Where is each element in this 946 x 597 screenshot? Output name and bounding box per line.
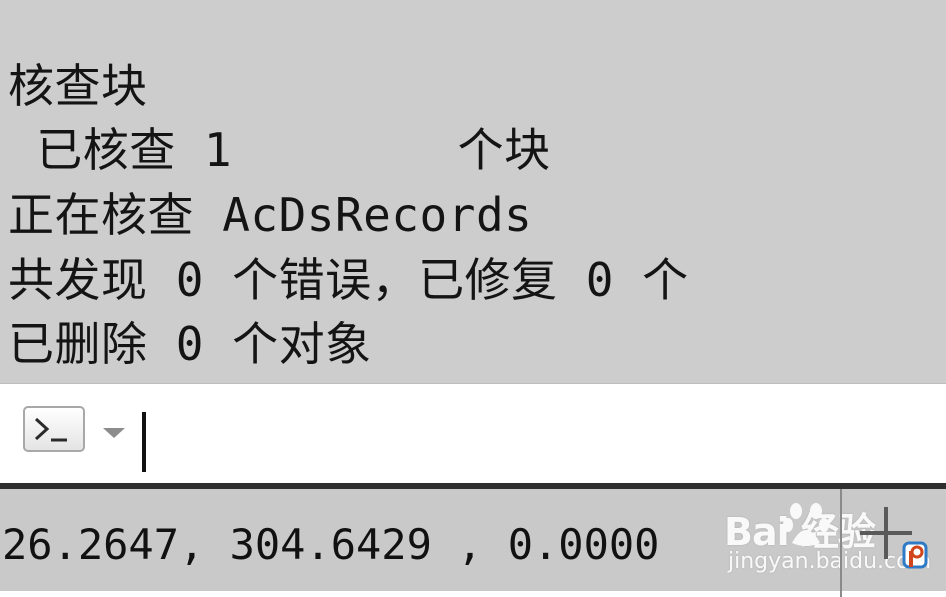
- history-line: 共发现 0 个错误，已修复 0 个: [8, 253, 689, 307]
- history-line: 核查块: [8, 59, 148, 113]
- command-prompt-button[interactable]: [23, 406, 85, 452]
- baidu-paw-icon: [783, 503, 829, 546]
- grid-display-icon: [860, 507, 928, 569]
- chevron-down-icon[interactable]: [102, 426, 126, 440]
- grid-display-button[interactable]: [846, 495, 941, 591]
- coordinate-readout[interactable]: 26.2647, 304.6429 , 0.0000: [2, 519, 659, 571]
- command-history: 核查块 已核查 1 个块 正在核查 AcDsRecords 共发现 0 个错误，…: [0, 0, 946, 383]
- status-bar: 26.2647, 304.6429 , 0.0000 Bai 经验 jingya…: [0, 483, 946, 597]
- status-divider: [840, 489, 842, 597]
- command-prompt-icon: [34, 417, 67, 442]
- command-line-bar[interactable]: [0, 383, 946, 484]
- history-line: 已核查 1 个块: [8, 123, 551, 177]
- text-cursor: [142, 412, 146, 472]
- history-line: 已删除 0 个对象: [8, 317, 372, 371]
- history-line: 正在核查 AcDsRecords: [8, 188, 533, 242]
